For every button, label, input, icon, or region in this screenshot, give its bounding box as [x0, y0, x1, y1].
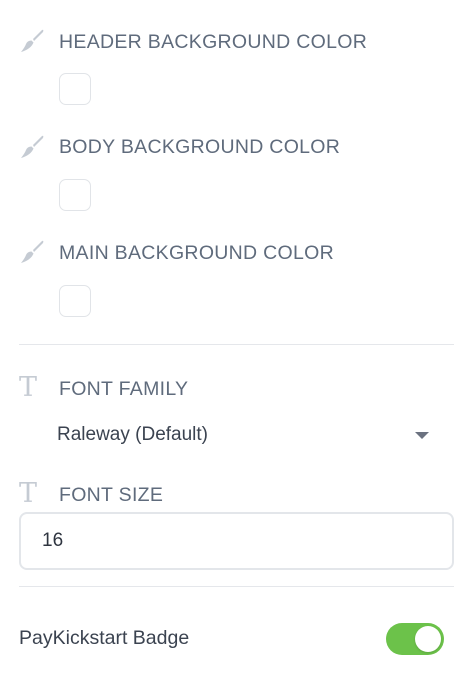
main-background-color-label: MAIN BACKGROUND COLOR [59, 242, 334, 264]
font-size-input[interactable] [19, 512, 454, 570]
header-background-color-label: HEADER BACKGROUND COLOR [59, 31, 368, 53]
font-family-label: FONT FAMILY [59, 378, 189, 400]
brush-icon [21, 240, 44, 263]
section-divider [19, 344, 454, 345]
chevron-down-icon [415, 432, 429, 439]
brush-icon [21, 29, 44, 52]
font-family-selected-value: Raleway (Default) [57, 424, 208, 445]
font-family-select[interactable]: Raleway (Default) [40, 415, 452, 455]
brush-icon [21, 135, 44, 158]
section-divider [19, 586, 454, 587]
header-background-color-swatch[interactable] [59, 73, 91, 105]
main-background-color-swatch[interactable] [59, 285, 91, 317]
text-icon: T [19, 372, 38, 403]
body-background-color-label: BODY BACKGROUND COLOR [59, 136, 341, 158]
font-size-label: FONT SIZE [59, 484, 164, 506]
paykickstart-badge-label: PayKickstart Badge [19, 627, 190, 649]
paykickstart-badge-toggle[interactable] [386, 623, 444, 655]
text-icon: T [19, 478, 38, 509]
toggle-knob [415, 626, 441, 652]
body-background-color-swatch[interactable] [59, 179, 91, 211]
